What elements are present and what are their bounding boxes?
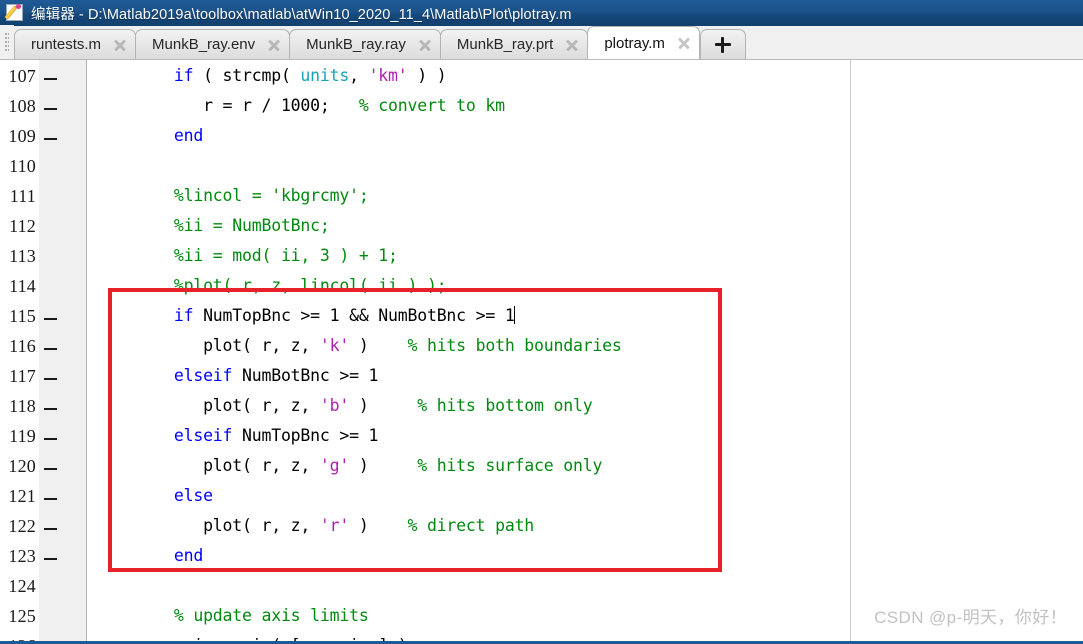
line-number: 112: [9, 216, 36, 236]
line-number: 121: [8, 486, 36, 506]
code-line[interactable]: 119 elseif NumTopBnc >= 1: [0, 422, 1083, 452]
code-text: if NumTopBnc >= 1 && NumBotBnc >= 1: [173, 306, 515, 325]
code-text: else: [173, 486, 213, 505]
tab-label: runtests.m: [31, 36, 102, 53]
code-line[interactable]: 120 plot( r, z, 'g' ) % hits surface onl…: [0, 452, 1083, 482]
line-number: 110: [9, 156, 36, 176]
code-text: elseif NumTopBnc >= 1: [173, 426, 379, 445]
line-number: 116: [9, 336, 36, 356]
code-text: elseif NumBotBnc >= 1: [173, 366, 379, 385]
plus-icon: [714, 36, 731, 53]
line-number: 108: [8, 96, 36, 116]
code-editor[interactable]: 107 if ( strcmp( units, 'km' ) ) 108 r = …: [0, 60, 1083, 644]
code-line[interactable]: 122 plot( r, z, 'r' ) % direct path: [0, 512, 1083, 542]
code-text: end: [173, 546, 204, 565]
executable-line-marker[interactable]: [44, 408, 57, 410]
line-number: 119: [9, 426, 36, 446]
tab-munkb-ray-env[interactable]: MunkB_ray.env: [135, 29, 291, 59]
code-line[interactable]: 113 %ii = mod( ii, 3 ) + 1;: [0, 242, 1083, 272]
executable-line-marker[interactable]: [44, 78, 57, 80]
line-number: 125: [8, 606, 36, 626]
line-number: 115: [9, 306, 36, 326]
code-lines-container: 107 if ( strcmp( units, 'km' ) ) 108 r = …: [0, 60, 1083, 644]
code-line[interactable]: 109 end: [0, 122, 1083, 152]
tab-label: MunkB_ray.ray: [306, 36, 406, 53]
code-text: plot( r, z, 'b' ) % hits bottom only: [173, 396, 593, 415]
tab-munkb-ray-prt[interactable]: MunkB_ray.prt: [439, 29, 589, 59]
close-icon[interactable]: [113, 38, 127, 52]
executable-line-marker[interactable]: [44, 108, 57, 110]
executable-line-marker[interactable]: [44, 138, 57, 140]
code-line[interactable]: 124: [0, 572, 1083, 602]
text-cursor: [513, 306, 515, 324]
code-text: %ii = NumBotBnc;: [173, 216, 330, 235]
code-text: % update axis limits: [173, 606, 369, 625]
executable-line-marker[interactable]: [44, 378, 57, 380]
tab-runtests-m[interactable]: runtests.m: [14, 29, 137, 59]
tab-plotray-m[interactable]: plotray.m: [587, 26, 700, 59]
executable-line-marker[interactable]: [44, 498, 57, 500]
code-text: %plot( r, z, lincol( ii ) );: [173, 276, 447, 295]
code-line[interactable]: 116 plot( r, z, 'k' ) % hits both bounda…: [0, 332, 1083, 362]
code-line[interactable]: 123 end: [0, 542, 1083, 572]
line-number: 114: [9, 276, 36, 296]
line-number: 120: [8, 456, 36, 476]
new-tab-button[interactable]: [699, 29, 746, 59]
close-icon[interactable]: [677, 36, 691, 50]
title-bar: 编辑器 - D:\Matlab2019a\toolbox\matlab\atWi…: [0, 0, 1083, 26]
code-line[interactable]: 121 else: [0, 482, 1083, 512]
code-text: %ii = mod( ii, 3 ) + 1;: [173, 246, 398, 265]
watermark-text: CSDN @p-明天，你好！: [874, 608, 1067, 627]
window-title: 编辑器 - D:\Matlab2019a\toolbox\matlab\atWi…: [31, 6, 572, 23]
line-number: 122: [8, 516, 36, 536]
line-number: 124: [8, 576, 36, 596]
code-line[interactable]: 117 elseif NumBotBnc >= 1: [0, 362, 1083, 392]
code-text: %lincol = 'kbgrcmy';: [173, 186, 369, 205]
close-icon[interactable]: [418, 38, 432, 52]
code-line[interactable]: 118 plot( r, z, 'b' ) % hits bottom only: [0, 392, 1083, 422]
executable-line-marker[interactable]: [44, 558, 57, 560]
tab-munkb-ray-ray[interactable]: MunkB_ray.ray: [289, 29, 441, 59]
code-text: plot( r, z, 'r' ) % direct path: [173, 516, 535, 535]
matlab-editor-window: 编辑器 - D:\Matlab2019a\toolbox\matlab\atWi…: [0, 0, 1083, 644]
tab-bar: runtests.m MunkB_ray.env MunkB_ray.ray M…: [0, 25, 1083, 60]
editor-pencil-icon: [4, 2, 25, 23]
code-line[interactable]: 115 if NumTopBnc >= 1 && NumBotBnc >= 1: [0, 302, 1083, 332]
line-number: 113: [9, 246, 36, 266]
code-line[interactable]: 110: [0, 152, 1083, 182]
close-icon[interactable]: [267, 38, 281, 52]
line-number: 109: [8, 126, 36, 146]
code-text: end: [173, 126, 204, 145]
executable-line-marker[interactable]: [44, 468, 57, 470]
code-line[interactable]: 111 %lincol = 'kbgrcmy';: [0, 182, 1083, 212]
line-number: 107: [8, 66, 36, 86]
executable-line-marker[interactable]: [44, 348, 57, 350]
code-text: plot( r, z, 'g' ) % hits surface only: [173, 456, 603, 475]
code-line[interactable]: 112 %ii = NumBotBnc;: [0, 212, 1083, 242]
line-number: 118: [9, 396, 36, 416]
code-line[interactable]: 114 %plot( r, z, lincol( ii ) );: [0, 272, 1083, 302]
grip-dots-icon: [5, 33, 9, 51]
code-text: plot( r, z, 'k' ) % hits both boundaries: [173, 336, 622, 355]
code-text: r = r / 1000; % convert to km: [173, 96, 505, 115]
line-number: 123: [8, 546, 36, 566]
close-icon[interactable]: [565, 38, 579, 52]
executable-line-marker[interactable]: [44, 438, 57, 440]
executable-line-marker[interactable]: [44, 528, 57, 530]
line-number: 111: [9, 186, 36, 206]
code-text: if ( strcmp( units, 'km' ) ): [173, 66, 447, 85]
code-line[interactable]: 107 if ( strcmp( units, 'km' ) ): [0, 62, 1083, 92]
line-number: 117: [9, 366, 36, 386]
tab-label: MunkB_ray.prt: [456, 36, 554, 53]
tab-bar-drag-handle[interactable]: [0, 25, 14, 59]
executable-line-marker[interactable]: [44, 318, 57, 320]
code-line[interactable]: 108 r = r / 1000; % convert to km: [0, 92, 1083, 122]
tab-label: MunkB_ray.env: [152, 36, 256, 53]
tab-label: plotray.m: [604, 34, 665, 52]
